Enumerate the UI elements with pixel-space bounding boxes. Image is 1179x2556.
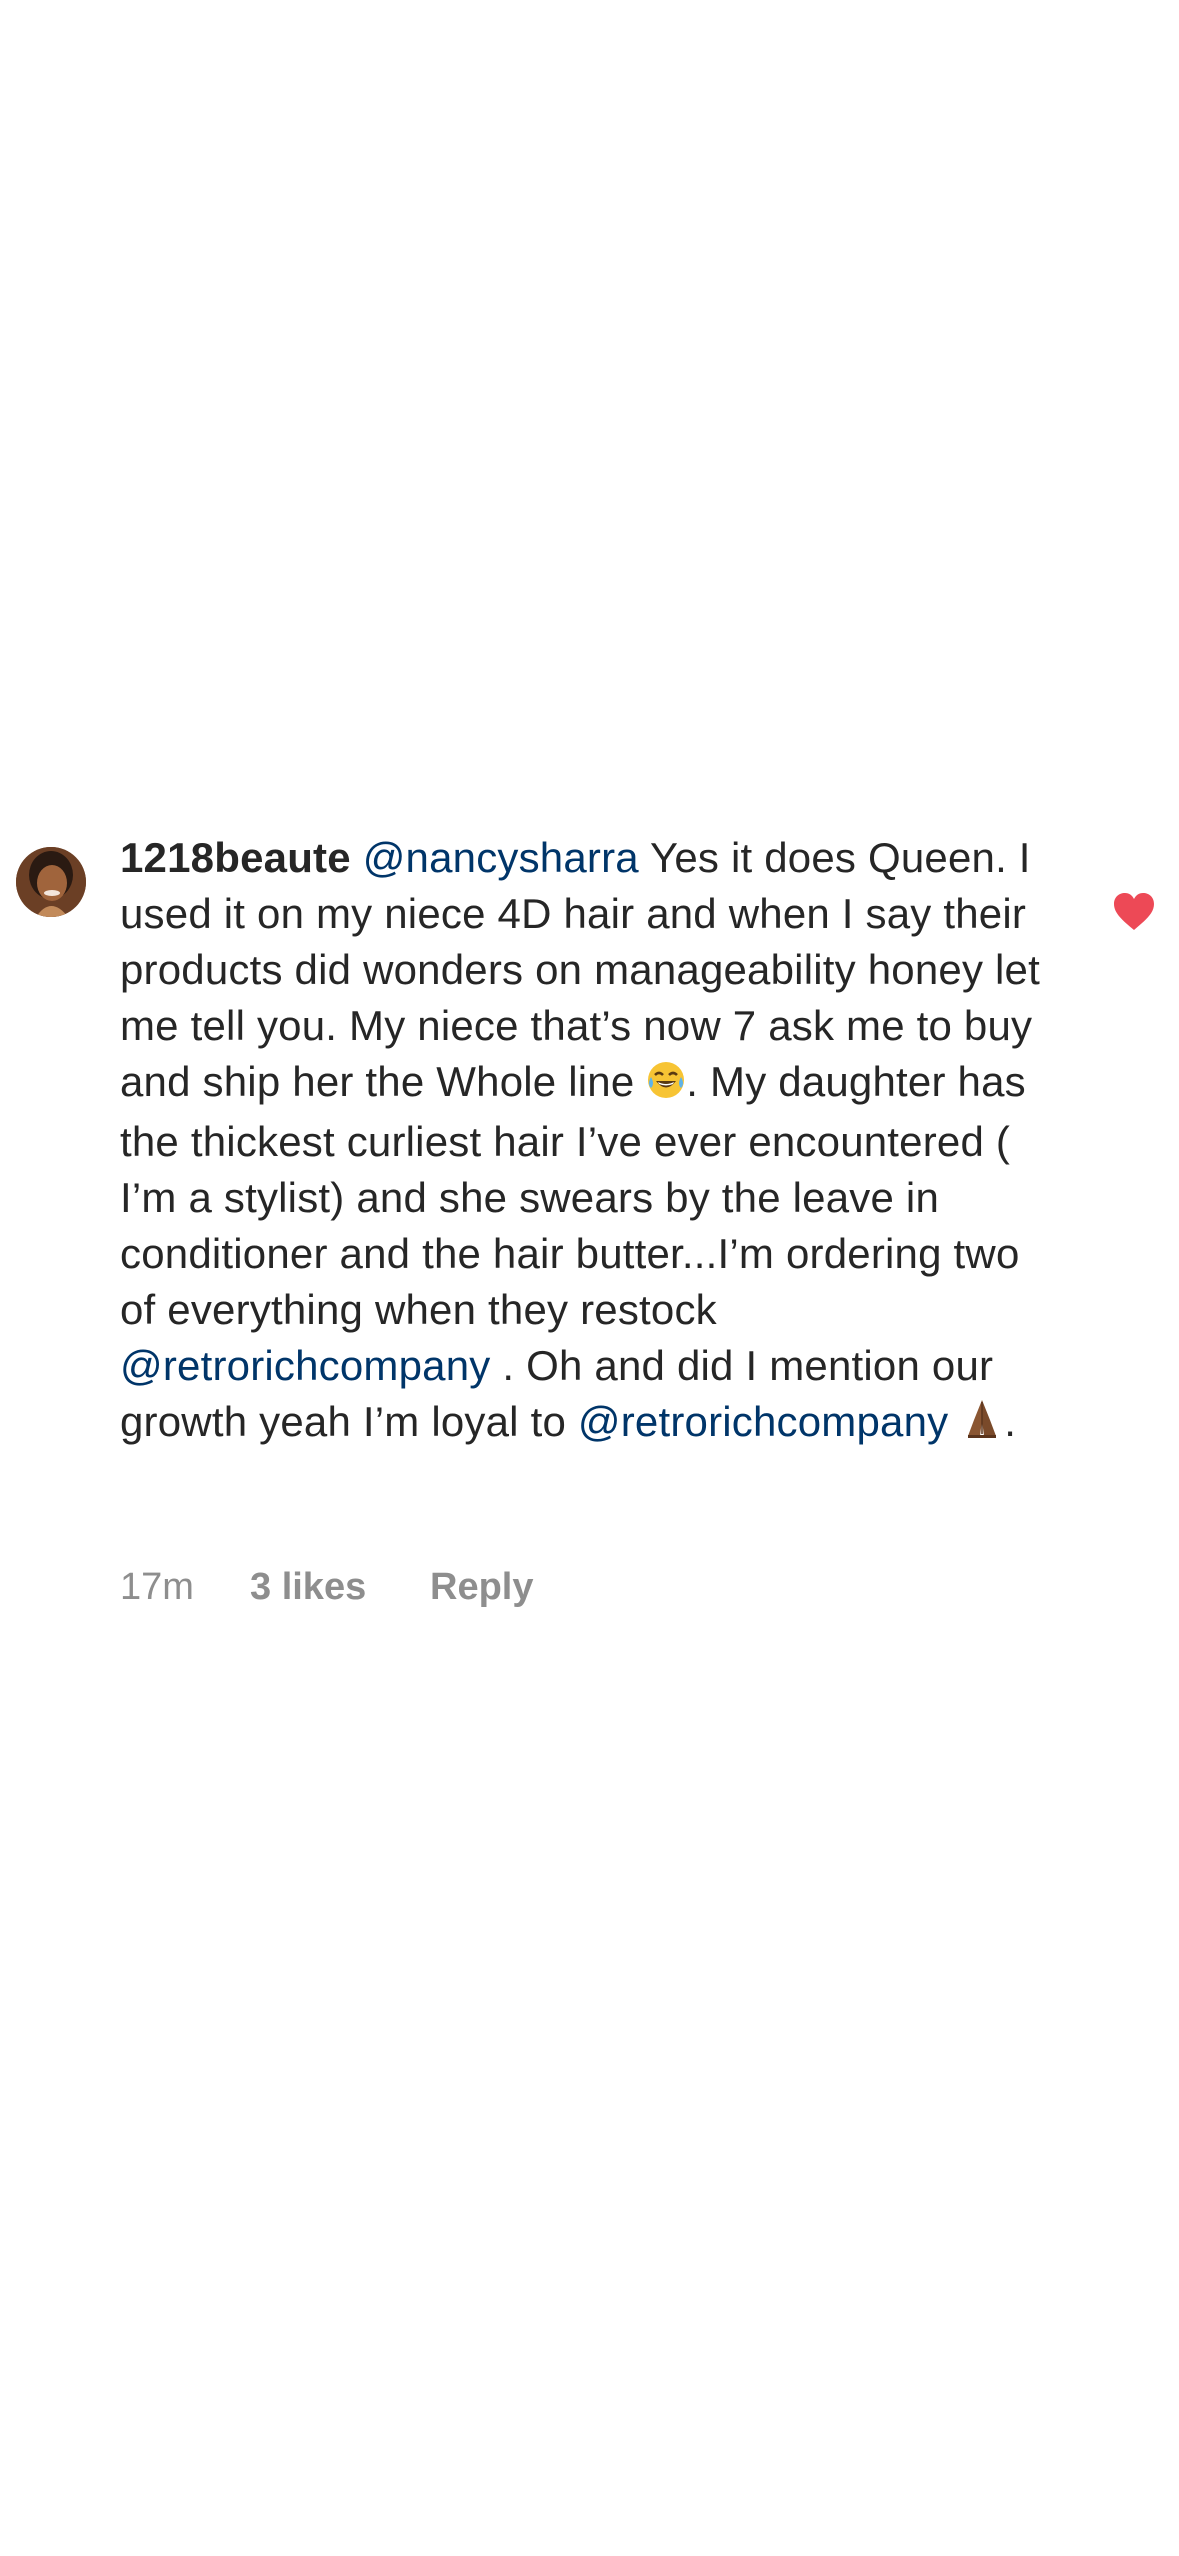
comment-meta: 17m 3 likes Reply — [120, 1566, 533, 1609]
avatar-photo — [16, 847, 86, 917]
comment-text-segment: . — [1004, 1398, 1017, 1445]
comment-text: 1218beaute @nancysharra Yes it does Quee… — [120, 830, 1040, 1454]
comment-time: 17m — [120, 1566, 194, 1608]
comment-likes[interactable]: 3 likes — [250, 1566, 430, 1609]
comment-content: @nancysharra Yes it does Queen. I used i… — [120, 834, 1040, 1445]
comment-text-segment — [948, 1398, 960, 1445]
avatar[interactable] — [16, 847, 86, 917]
reply-button[interactable]: Reply — [430, 1566, 533, 1609]
heart-icon[interactable] — [1112, 892, 1156, 932]
mention-link[interactable]: @retrorichcompany — [120, 1342, 491, 1389]
tears-of-joy-emoji-icon — [646, 1058, 686, 1114]
mention-link[interactable]: @retrorichcompany — [578, 1398, 949, 1445]
folded-hands-emoji-icon — [960, 1396, 1004, 1454]
mention-link[interactable]: @nancysharra — [363, 834, 639, 881]
comment-username[interactable]: 1218beaute — [120, 834, 351, 881]
